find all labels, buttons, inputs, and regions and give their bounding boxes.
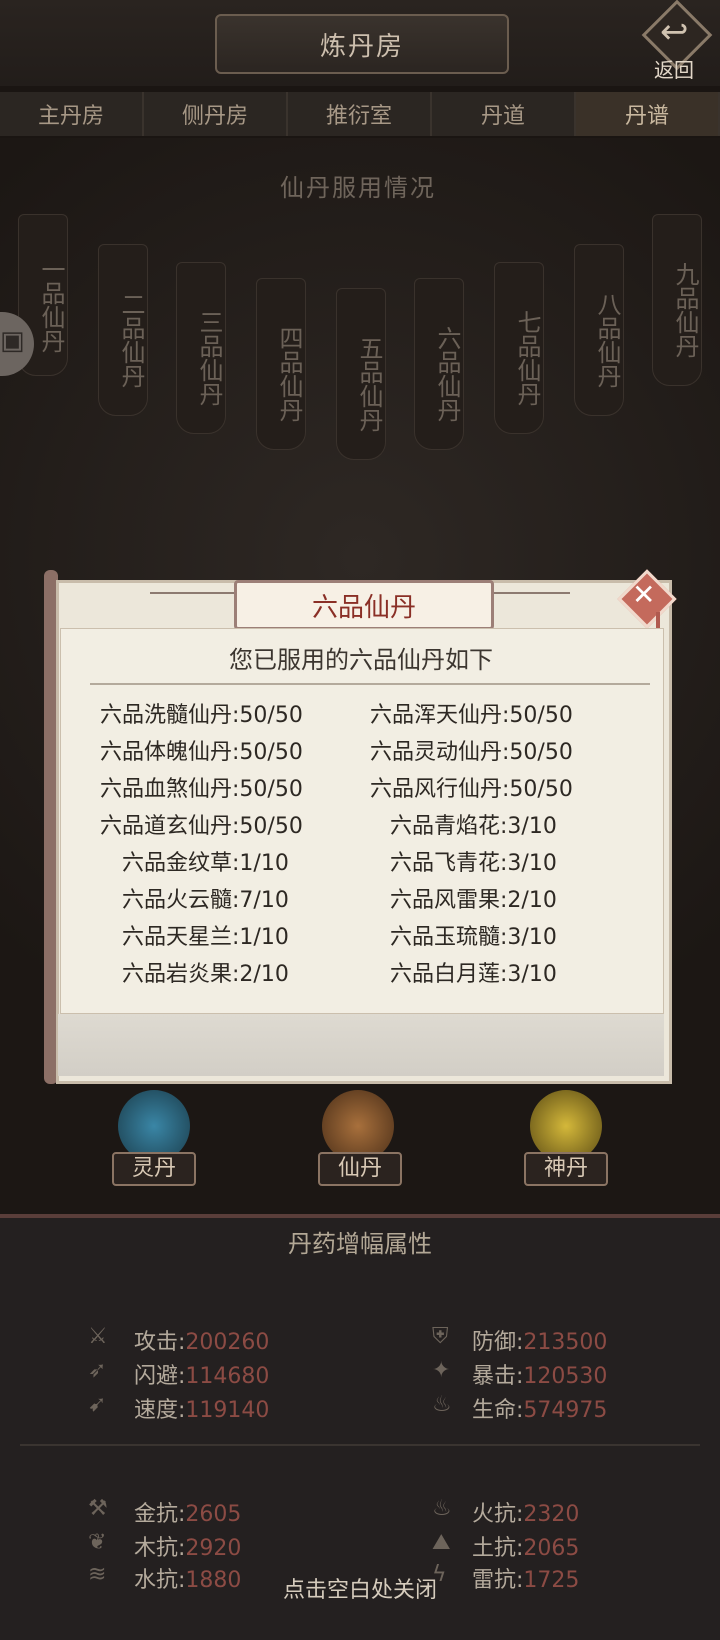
puzzle-icon: ▣: [0, 326, 25, 356]
modal-footer: [58, 1014, 664, 1076]
modal-subtitle: 您已服用的六品仙丹如下: [229, 646, 493, 674]
list-row: 六品血煞仙丹:50/50 六品风行仙丹:50/50: [100, 771, 640, 808]
stat-dodge: 闪避:114680: [134, 1364, 270, 1389]
close-button[interactable]: ✕: [617, 569, 677, 629]
divine-dan-button[interactable]: 神丹: [524, 1152, 608, 1186]
list-row: 六品金纹草:1/10 六品飞青花:3/10: [100, 845, 640, 882]
tab-dan-pu[interactable]: 丹谱: [576, 92, 720, 136]
grade-banner-6[interactable]: 六品仙丹: [414, 278, 464, 450]
sword-icon: ⚔: [88, 1324, 108, 1349]
list-item: 六品风行仙丹:50/50: [370, 777, 573, 802]
list-row: 六品岩炎果:2/10 六品白月莲:3/10: [100, 956, 640, 993]
resist-metal: 金抗:2605: [134, 1502, 242, 1527]
stat-life: 生命:574975: [472, 1398, 608, 1423]
list-row: 六品体魄仙丹:50/50 六品灵动仙丹:50/50: [100, 734, 640, 771]
panel-divider-top: [0, 1214, 720, 1218]
list-item: 六品玉琉髓:3/10: [390, 925, 557, 950]
list-item: 六品道玄仙丹:50/50: [100, 814, 303, 839]
spirit-dan-button[interactable]: 灵丹: [112, 1152, 196, 1186]
list-item: 六品天星兰:1/10: [122, 925, 289, 950]
list-item: 六品飞青花:3/10: [390, 851, 557, 876]
grade-banner-5[interactable]: 五品仙丹: [336, 288, 386, 460]
grade-banner-9[interactable]: 九品仙丹: [652, 214, 702, 386]
tab-main-room[interactable]: 主丹房: [0, 92, 144, 136]
list-row: 六品洗髓仙丹:50/50 六品浑天仙丹:50/50: [100, 697, 640, 734]
list-row: 六品火云髓:7/10 六品风雷果:2/10: [100, 882, 640, 919]
tab-deduce-room[interactable]: 推衍室: [288, 92, 432, 136]
modal-divider: [90, 683, 650, 685]
background-section-title: 仙丹服用情况: [280, 174, 436, 202]
fire-icon: ♨: [432, 1496, 452, 1521]
list-item: 六品体魄仙丹:50/50: [100, 740, 303, 765]
stat-crit: 暴击:120530: [472, 1364, 608, 1389]
stat-defense: 防御:213500: [472, 1330, 608, 1355]
list-item: 六品白月莲:3/10: [390, 962, 557, 987]
tab-side-room[interactable]: 侧丹房: [144, 92, 288, 136]
list-item: 六品金纹草:1/10: [122, 851, 289, 876]
list-item: 六品风雷果:2/10: [390, 888, 557, 913]
wood-icon: ❦: [88, 1530, 107, 1555]
life-icon: ♨: [432, 1392, 452, 1417]
crit-icon: ✦: [432, 1358, 451, 1383]
list-row: 六品道玄仙丹:50/50 六品青焰花:3/10: [100, 808, 640, 845]
tab-bar: 主丹房 侧丹房 推衍室 丹道 丹谱: [0, 92, 720, 136]
panel-divider: [20, 1444, 700, 1446]
armor-icon: ⛨: [432, 1324, 449, 1349]
grade-banner-8[interactable]: 八品仙丹: [574, 244, 624, 416]
list-item: 六品浑天仙丹:50/50: [370, 703, 573, 728]
grade-banner-3[interactable]: 三品仙丹: [176, 262, 226, 434]
modal-title: 六品仙丹: [234, 580, 494, 630]
tab-dan-dao[interactable]: 丹道: [432, 92, 576, 136]
list-item: 六品火云髓:7/10: [122, 888, 289, 913]
dodge-icon: ➶: [88, 1358, 107, 1383]
panel-title: 丹药增幅属性: [288, 1230, 432, 1258]
back-button[interactable]: ↩ 返回: [640, 0, 714, 82]
close-icon: ✕: [632, 578, 656, 611]
grade-banner-2[interactable]: 二品仙丹: [98, 244, 148, 416]
immortal-dan-button[interactable]: 仙丹: [318, 1152, 402, 1186]
grade-banner-4[interactable]: 四品仙丹: [256, 278, 306, 450]
grade-banner-7[interactable]: 七品仙丹: [494, 262, 544, 434]
page-title: 炼丹房: [215, 14, 509, 74]
close-hint[interactable]: 点击空白处关闭: [0, 1572, 720, 1604]
list-row: 六品天星兰:1/10 六品玉琉髓:3/10: [100, 919, 640, 956]
list-item: 六品岩炎果:2/10: [122, 962, 289, 987]
back-label: 返回: [654, 58, 694, 82]
speed-icon: ➹: [88, 1392, 107, 1417]
list-item: 六品血煞仙丹:50/50: [100, 777, 303, 802]
list-item: 六品洗髓仙丹:50/50: [100, 703, 303, 728]
resist-wood: 木抗:2920: [134, 1536, 242, 1561]
list-item: 六品青焰花:3/10: [390, 814, 557, 839]
stat-attack: 攻击:200260: [134, 1330, 270, 1355]
resist-earth: 土抗:2065: [472, 1536, 580, 1561]
earth-icon: ⛰: [432, 1530, 451, 1555]
dan-list[interactable]: 六品洗髓仙丹:50/50 六品浑天仙丹:50/50 六品体魄仙丹:50/50 六…: [100, 697, 640, 993]
list-item: 六品灵动仙丹:50/50: [370, 740, 573, 765]
resist-fire: 火抗:2320: [472, 1502, 580, 1527]
metal-icon: ⚒: [88, 1496, 108, 1521]
back-arrow-icon: ↩: [660, 12, 689, 52]
stat-speed: 速度:119140: [134, 1398, 270, 1423]
